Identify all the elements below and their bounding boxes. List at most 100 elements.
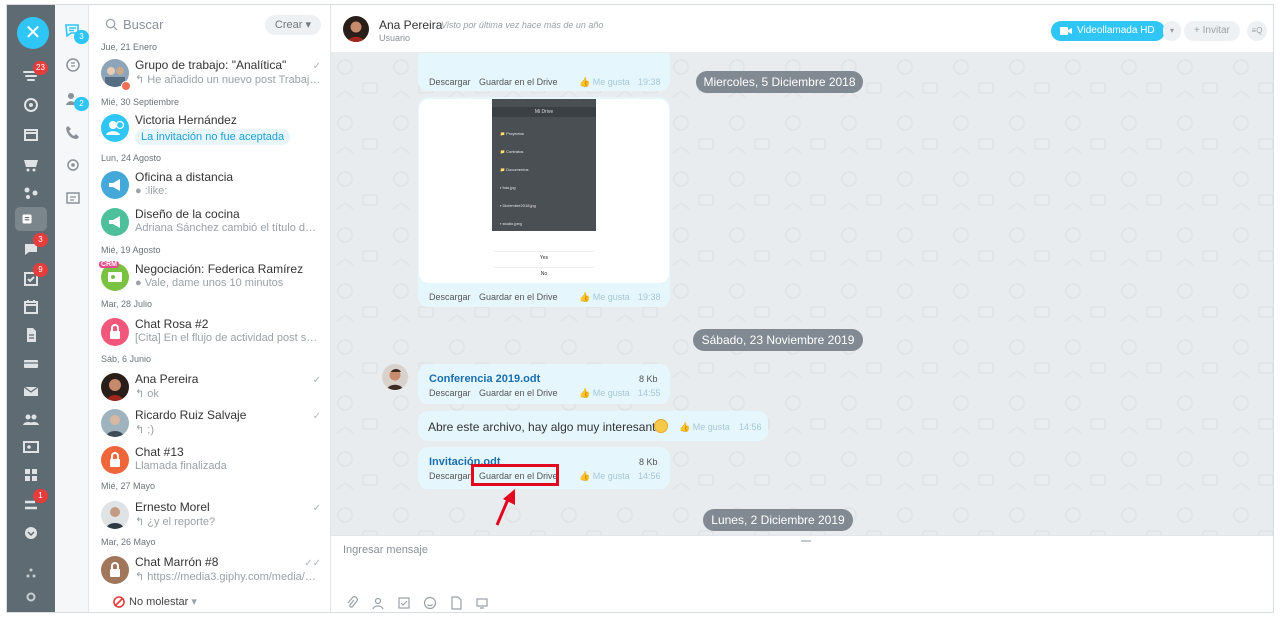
search-history-button[interactable]: ≡Q <box>1247 21 1267 41</box>
chat-item-oficina-a-distancia[interactable]: Oficina a distancia ● :like: <box>89 169 331 203</box>
chat-bubble-icon[interactable]: 3 <box>19 233 48 261</box>
chat-item-ana-pereira[interactable]: Ana Pereira ↰ ok ✓ <box>89 371 331 405</box>
settings-gear-icon[interactable] <box>63 155 83 175</box>
phone-screenshot-image[interactable]: Mi Drive 📁 Proyectos 📁 Contratos 📁 Docum… <box>419 99 669 283</box>
save-drive-link[interactable]: Guardar en el Drive <box>479 292 558 302</box>
download-link[interactable]: Descargar <box>429 388 471 398</box>
chat-item-ricardo-ruiz-salvaje[interactable]: Ricardo Ruiz Salvaje ↰ ;) ✓ <box>89 407 331 441</box>
last-message: [Cita] En el flujo de actividad post se … <box>135 332 321 344</box>
chat-item-victoria-hernandez[interactable]: Victoria Hernández La invitación no fue … <box>89 112 331 146</box>
tasks-icon[interactable]: 9 <box>19 263 48 291</box>
phone-title: Mi Drive <box>492 107 596 117</box>
chevron-down-icon[interactable] <box>19 521 43 545</box>
target-icon[interactable] <box>19 93 43 117</box>
contact-card-icon[interactable] <box>19 435 43 459</box>
read-check-icon: ✓ <box>312 411 321 422</box>
chat-item-grupo-analitica[interactable]: Grupo de trabajo: "Analítica" ↰ He añadi… <box>89 57 331 91</box>
window-icon[interactable] <box>19 123 43 147</box>
download-link[interactable]: Descargar <box>429 471 471 481</box>
video-call-button[interactable]: Videollamada HD <box>1051 21 1165 41</box>
like-button[interactable]: 👍 Me gusta <box>579 77 630 88</box>
file-actions: Descargar Guardar en el Drive <box>429 292 558 302</box>
chat-name: Chat Rosa #2 <box>135 317 209 331</box>
avatar <box>101 409 129 437</box>
file-size: 8 Kb <box>639 374 658 384</box>
avatar[interactable] <box>343 16 369 42</box>
network-icon[interactable] <box>19 181 43 205</box>
save-drive-link[interactable]: Guardar en el Drive <box>479 77 558 87</box>
apps-grid-icon[interactable] <box>19 463 43 487</box>
chat-item-diseno-de-la-cocina[interactable]: Diseño de la cocina Adriana Sánchez camb… <box>89 206 331 240</box>
chat-item-chat-marron-8[interactable]: Chat Marrón #8 ↰ https://media3.giphy.co… <box>89 554 331 588</box>
message-time: 19:38 <box>638 292 661 302</box>
red-arrow-icon <box>495 489 515 526</box>
contact-name[interactable]: Ana Pereira <box>379 18 442 32</box>
like-button[interactable]: 👍 Me gusta <box>679 422 730 433</box>
smile-icon[interactable] <box>423 596 437 610</box>
invitation-status: La invitación no fue aceptada <box>135 129 291 145</box>
left-rail: ✕ 23 3 9 1 <box>7 5 55 612</box>
message-time: 14:56 <box>739 422 762 432</box>
recent-chats-badge: 3 <box>74 30 89 44</box>
chat-item-chat-rosa-2[interactable]: Chat Rosa #2 [Cita] En el flujo de activ… <box>89 316 331 350</box>
create-button[interactable]: Crear ▾ <box>264 15 321 35</box>
search-bar[interactable]: Buscar Crear ▾ <box>101 15 321 35</box>
filter-icon[interactable]: 23 <box>19 61 48 87</box>
contacts-icon[interactable]: 2 <box>63 89 89 111</box>
do-not-disturb-toggle[interactable]: No molestar ▾ <box>89 590 331 612</box>
messenger-icon[interactable] <box>15 207 47 231</box>
tasks-badge: 9 <box>33 263 48 277</box>
download-link[interactable]: Descargar <box>429 292 471 302</box>
notes-icon[interactable] <box>63 189 83 209</box>
last-message: ↰ ;) <box>135 424 155 436</box>
group-icon[interactable] <box>19 407 43 431</box>
like-button[interactable]: 👍 Me gusta <box>579 388 630 399</box>
like-button[interactable]: 👍 Me gusta <box>579 471 630 482</box>
user-mention-icon[interactable] <box>371 596 385 610</box>
chat-name: Chat #13 <box>135 445 184 459</box>
cart-icon[interactable] <box>19 153 43 177</box>
phone-icon[interactable] <box>63 123 83 143</box>
resize-handle[interactable] <box>801 540 811 542</box>
like-button[interactable]: 👍 Me gusta <box>579 292 630 303</box>
screen-share-icon[interactable] <box>475 596 489 610</box>
chat-item-negociacion[interactable]: CRM Negociación: Federica Ramírez ● Vale… <box>89 261 331 295</box>
chat-name: Ernesto Morel <box>135 500 210 514</box>
file-actions: Descargar Guardar en el Drive <box>429 388 558 398</box>
file-actions: Descargar Guardar en el Drive <box>429 77 558 87</box>
task-icon[interactable] <box>397 596 411 610</box>
file-icon[interactable] <box>449 596 463 610</box>
phone-screen: Mi Drive 📁 Proyectos 📁 Contratos 📁 Docum… <box>492 99 596 231</box>
gear-icon[interactable] <box>19 585 43 609</box>
invite-button[interactable]: + Invitar <box>1184 21 1240 41</box>
video-call-dropdown[interactable]: ▾ <box>1163 21 1181 41</box>
openlines-icon[interactable] <box>63 55 83 75</box>
save-drive-link[interactable]: Guardar en el Drive <box>479 388 558 398</box>
wink-emoji-icon <box>654 419 668 433</box>
search-icon <box>105 18 118 31</box>
calendar-icon[interactable] <box>19 295 43 319</box>
file-name-link[interactable]: Conferencia 2019.odt <box>429 373 540 385</box>
drive-icon[interactable] <box>19 351 43 375</box>
message-input[interactable]: Ingresar mensaje <box>343 544 428 556</box>
sender-avatar[interactable] <box>382 364 408 390</box>
hierarchy-icon[interactable] <box>19 561 43 585</box>
chat-name: Oficina a distancia <box>135 170 234 184</box>
date-header: Lun, 24 Agosto <box>101 153 162 163</box>
date-separator: Miercoles, 5 Diciembre 2018 <box>696 71 863 93</box>
date-header: Mar, 28 Julio <box>101 299 153 309</box>
mail-icon[interactable] <box>19 379 43 403</box>
chat-item-ernesto-morel[interactable]: Ernesto Morel ↰ ¿y el reporte? ✓ <box>89 499 331 533</box>
close-icon[interactable]: ✕ <box>17 17 49 49</box>
notifications-badge: 23 <box>33 61 48 75</box>
chat-item-chat-13[interactable]: Chat #13 Llamada finalizada <box>89 444 331 478</box>
document-icon[interactable] <box>19 323 43 347</box>
phone-file-list: 📁 Proyectos 📁 Contratos 📁 Documentos ▪ f… <box>500 131 536 226</box>
search-input[interactable]: Buscar <box>123 17 163 32</box>
date-separator: Sábado, 23 Noviembre 2019 <box>693 329 863 351</box>
download-link[interactable]: Descargar <box>429 77 471 87</box>
recent-chats-icon[interactable]: 3 <box>63 21 89 44</box>
megaphone-icon <box>101 208 129 236</box>
paperclip-icon[interactable] <box>345 596 359 610</box>
workflow-icon[interactable]: 1 <box>19 489 48 517</box>
